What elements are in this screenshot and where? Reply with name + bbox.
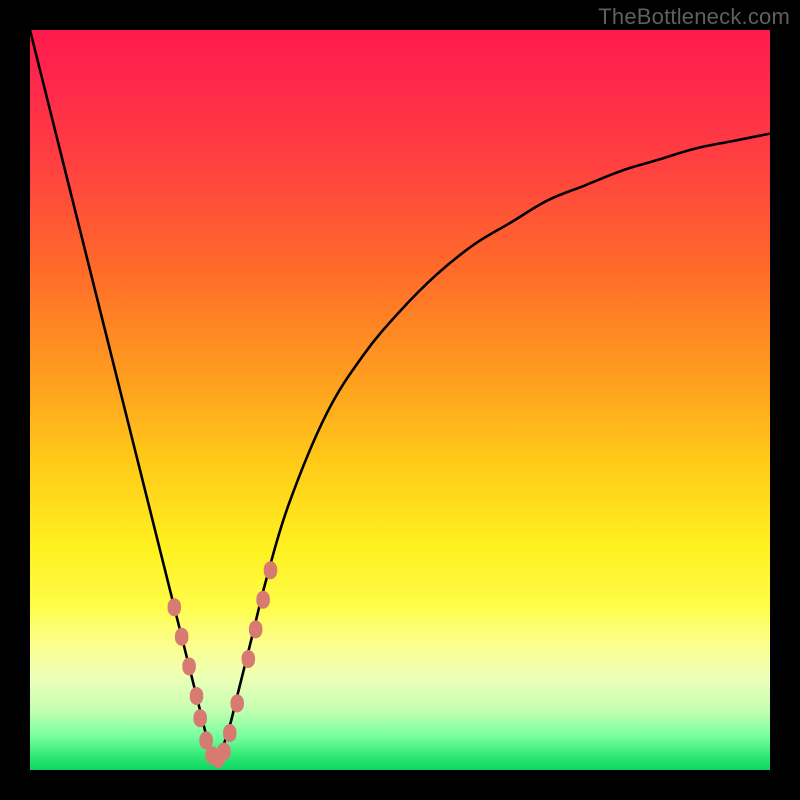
curve-marker: [230, 694, 244, 712]
curve-marker: [242, 650, 256, 668]
curve-markers: [168, 561, 278, 768]
curve-marker: [168, 598, 182, 616]
curve-marker: [193, 709, 207, 727]
curve-marker: [264, 561, 278, 579]
curve-marker: [175, 628, 189, 646]
plot-area: [30, 30, 770, 770]
bottleneck-curve: [30, 30, 770, 763]
curve-marker: [249, 620, 263, 638]
curve-svg: [30, 30, 770, 770]
chart-frame: TheBottleneck.com: [0, 0, 800, 800]
curve-marker: [217, 743, 231, 761]
curve-marker: [223, 724, 237, 742]
curve-marker: [190, 687, 204, 705]
curve-marker: [256, 591, 270, 609]
curve-marker: [182, 657, 196, 675]
watermark-text: TheBottleneck.com: [598, 4, 790, 30]
